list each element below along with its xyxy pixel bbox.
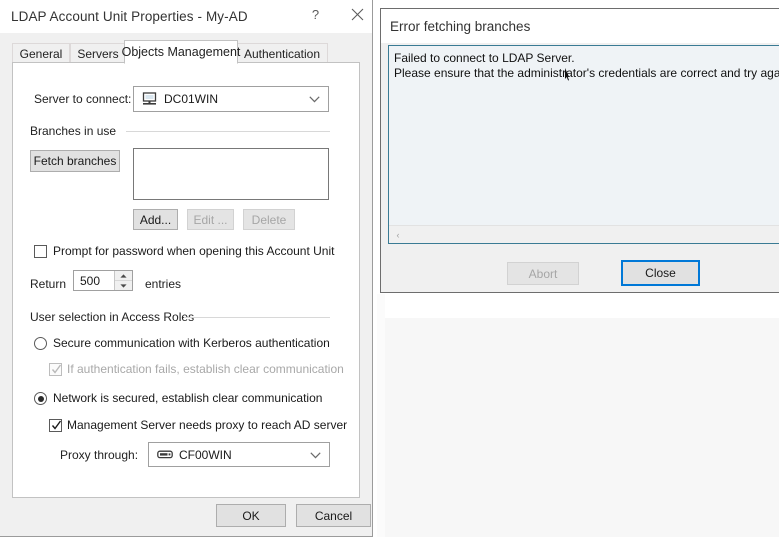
svg-text:?: ? [311,7,318,22]
tab-authentication[interactable]: Authentication [236,43,328,63]
tab-general-label: General [19,46,63,61]
server-to-connect-value: DC01WIN [164,92,219,106]
branches-in-use-group-label: Branches in use [30,124,123,138]
fetch-branches-label: Fetch branches [33,154,117,168]
tab-servers[interactable]: Servers [70,43,126,63]
kerberos-radio-label: Secure communication with Kerberos authe… [53,336,330,350]
access-roles-group-label: User selection in Access Roles [30,310,195,324]
error-message-horizontal-scrollbar[interactable]: ‹ [389,225,779,243]
properties-title: LDAP Account Unit Properties - My-AD [11,9,248,24]
help-icon[interactable]: ? [298,0,332,29]
return-entries-stepper[interactable]: 500 [73,270,133,291]
close-button-label: Close [645,266,676,280]
network-secured-radio[interactable] [34,392,47,405]
abort-button: Abort [507,262,579,285]
proxy-through-dropdown[interactable]: CF00WIN [148,442,330,467]
error-message-line-1: Failed to connect to LDAP Server. [394,51,575,65]
cancel-button-label: Cancel [314,508,353,523]
radio-selected-dot [37,395,44,402]
return-entries-suffix-label: entries [145,277,182,291]
checkmark-icon [51,363,62,376]
return-entries-spin-buttons[interactable] [114,271,132,290]
ok-button[interactable]: OK [216,504,286,527]
server-to-connect-label: Server to connect: [34,92,132,106]
auth-fail-clear-comm-checkbox [49,363,62,376]
error-dialog-title: Error fetching branches [390,19,531,34]
management-server-proxy-checkbox[interactable] [49,419,62,432]
access-roles-group-divider [184,317,330,318]
spinner-up-icon[interactable] [115,271,132,281]
kerberos-radio[interactable] [34,337,47,350]
cancel-button[interactable]: Cancel [296,504,371,527]
add-branch-label: Add... [139,212,172,227]
error-dialog-titlebar: Error fetching branches [381,9,779,43]
error-message-line-2: Please ensure that the administrator's c… [394,66,779,80]
chevron-down-icon [310,448,321,462]
delete-branch-label: Delete [251,212,287,227]
proxy-through-label: Proxy through: [60,448,139,462]
tab-general[interactable]: General [12,43,70,63]
ldap-account-unit-properties-dialog: LDAP Account Unit Properties - My-AD ? G… [0,0,373,537]
gateway-device-icon [156,447,173,462]
management-server-proxy-label: Management Server needs proxy to reach A… [67,418,348,432]
close-icon[interactable] [340,0,374,29]
abort-button-label: Abort [528,266,558,281]
auth-fail-clear-comm-label: If authentication fails, establish clear… [67,362,344,376]
prompt-for-password-label: Prompt for password when opening this Ac… [53,244,335,258]
proxy-through-value: CF00WIN [179,447,232,462]
chevron-down-icon [309,92,320,106]
add-branch-button[interactable]: Add... [133,209,178,230]
tab-objects-management[interactable]: Objects Management [121,40,241,64]
tab-authentication-label: Authentication [243,46,321,61]
prompt-for-password-checkbox[interactable] [34,245,47,258]
edit-branch-label: Edit ... [193,212,228,227]
server-to-connect-dropdown[interactable]: DC01WIN [133,86,329,112]
checkmark-icon [51,419,62,432]
close-button[interactable]: Close [621,260,700,286]
branches-listbox[interactable] [133,148,329,200]
error-message-text: Failed to connect to LDAP Server. Please… [394,51,779,81]
branches-group-divider [126,131,330,132]
ok-button-label: OK [242,508,260,523]
background-window-row-1 [385,294,779,319]
return-entries-prefix-label: Return [30,277,67,291]
edit-branch-button: Edit ... [187,209,234,230]
text-cursor-icon [564,68,569,81]
error-fetching-branches-dialog: Error fetching branches Failed to connec… [380,8,779,293]
return-entries-value: 500 [80,274,101,288]
error-message-textarea[interactable]: Failed to connect to LDAP Server. Please… [388,45,779,244]
properties-tabstrip: General Servers Objects Management Authe… [12,40,360,64]
computer-icon [141,92,158,107]
scroll-left-icon[interactable]: ‹ [390,227,406,242]
fetch-branches-button[interactable]: Fetch branches [30,150,120,172]
background-window-body [385,330,779,537]
tab-servers-label: Servers [77,46,119,61]
tab-objects-management-label: Objects Management [121,45,241,59]
delete-branch-button: Delete [243,209,295,230]
spinner-down-icon[interactable] [115,281,132,290]
network-secured-radio-label: Network is secured, establish clear comm… [53,391,323,405]
